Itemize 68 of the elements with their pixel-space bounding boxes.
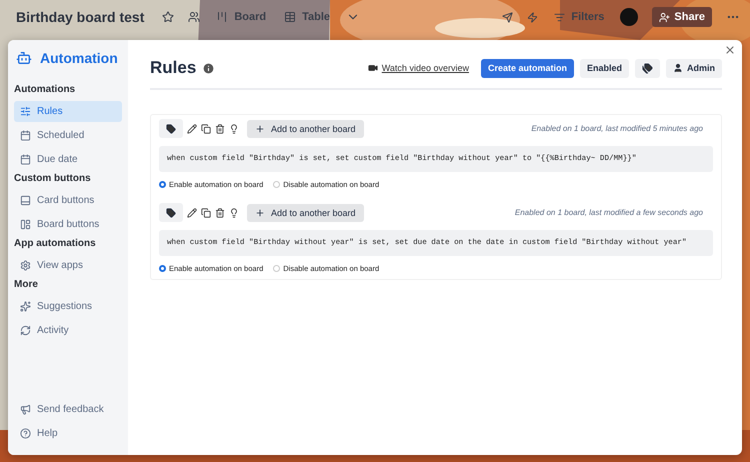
calendar-icon xyxy=(20,130,31,141)
section-heading: Automations xyxy=(14,84,76,95)
section-heading: App automations xyxy=(14,238,97,249)
table-icon xyxy=(284,11,296,23)
close-button[interactable] xyxy=(724,44,736,56)
tag-icon xyxy=(166,208,176,218)
lightbulb-icon[interactable] xyxy=(229,124,239,134)
sidebar-item[interactable]: Suggestions xyxy=(14,296,122,317)
page-title: Rules xyxy=(150,58,196,78)
sliders-icon xyxy=(20,106,31,117)
megaphone-icon xyxy=(20,404,31,415)
add-to-board-button[interactable]: Add to another board xyxy=(247,204,364,222)
robot-icon xyxy=(16,50,32,66)
add-to-board-button[interactable]: Add to another board xyxy=(247,120,364,138)
filter-icon xyxy=(554,12,566,22)
copy-icon[interactable] xyxy=(201,124,211,134)
share-button[interactable]: Share xyxy=(652,7,712,27)
tags-icon xyxy=(642,62,653,74)
lightbulb-icon[interactable] xyxy=(229,208,239,218)
settings-icon xyxy=(20,260,31,271)
sidebar-item[interactable]: Rules xyxy=(14,101,122,122)
video-link[interactable]: Watch video overview xyxy=(368,63,469,73)
sidebar-item[interactable]: Board buttons xyxy=(14,214,122,235)
trash-icon[interactable] xyxy=(215,208,225,218)
create-automation-button[interactable]: Create automation xyxy=(480,58,574,78)
view-tab[interactable]: Table xyxy=(282,9,332,25)
info-icon[interactable] xyxy=(202,62,216,74)
sidebar-item[interactable]: Due date xyxy=(14,149,122,170)
lightning-icon[interactable] xyxy=(527,12,538,22)
star-icon[interactable] xyxy=(162,11,174,23)
rule-status: Enabled on 1 board, last modified a few seconds ago xyxy=(514,208,703,217)
calendar-icon xyxy=(20,154,31,165)
refresh-icon xyxy=(20,325,31,336)
video-icon xyxy=(368,63,378,73)
send-icon[interactable] xyxy=(502,12,514,22)
pencil-icon[interactable] xyxy=(187,208,197,218)
sidebar-item[interactable]: Send feedback xyxy=(14,399,122,420)
enabled-button[interactable]: Enabled xyxy=(580,58,629,78)
sidebar-item[interactable]: Card buttons xyxy=(14,190,122,211)
pencil-icon[interactable] xyxy=(187,124,197,134)
sidebar-item[interactable]: Activity xyxy=(14,320,122,341)
plus-icon xyxy=(255,124,265,134)
sidebar-item[interactable]: View apps xyxy=(14,255,122,276)
close-icon xyxy=(724,44,736,56)
user-plus-icon xyxy=(659,12,670,22)
sparkles-icon xyxy=(20,301,31,312)
plus-icon xyxy=(255,208,265,218)
tag-icon xyxy=(166,124,176,134)
section-heading: More xyxy=(14,279,39,290)
tag-button[interactable] xyxy=(159,203,183,222)
section-heading: Custom buttons xyxy=(14,173,92,184)
trash-icon[interactable] xyxy=(215,124,225,134)
view-tab[interactable]: Board xyxy=(214,9,268,25)
admin-button[interactable]: Admin xyxy=(666,58,722,78)
board-icon xyxy=(20,219,31,230)
help-icon xyxy=(20,428,31,439)
users-icon[interactable] xyxy=(188,11,200,23)
user-icon xyxy=(673,63,683,73)
sidebar-item[interactable]: Scheduled xyxy=(14,125,122,146)
board-icon xyxy=(216,11,228,23)
card-icon xyxy=(20,195,31,206)
tags-button[interactable] xyxy=(635,58,660,78)
copy-icon[interactable] xyxy=(201,208,211,218)
board-title: Birthday board test xyxy=(16,9,144,25)
sidebar-item[interactable]: Help xyxy=(14,423,122,444)
sidebar-title: Automation xyxy=(40,50,118,66)
rule-status: Enabled on 1 board, last modified 5 minutes ago xyxy=(531,124,703,133)
tag-button[interactable] xyxy=(159,119,183,138)
